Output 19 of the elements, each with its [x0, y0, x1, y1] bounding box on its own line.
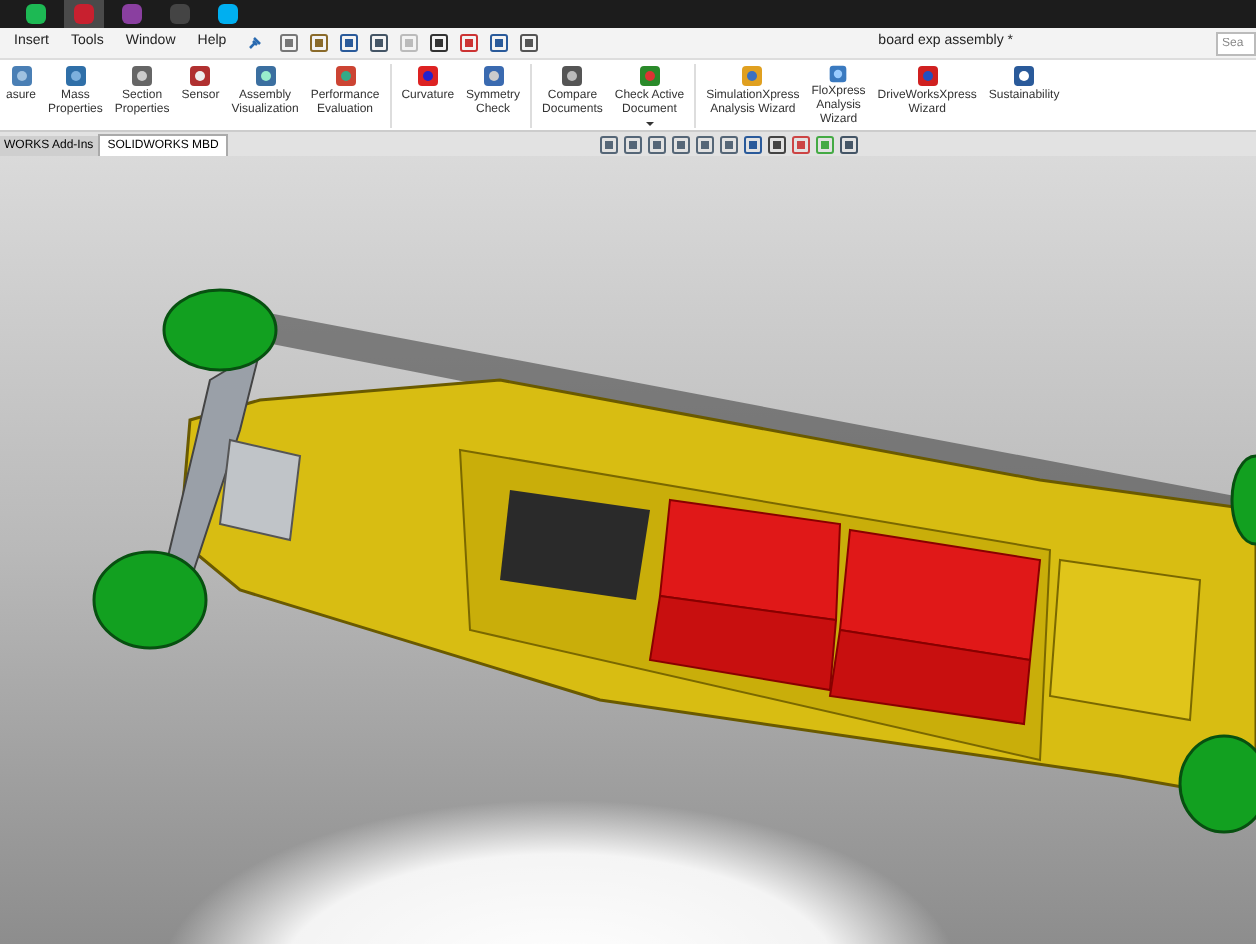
- tool-icon: [188, 64, 213, 88]
- tool-icon: [560, 64, 585, 88]
- app-icon: [122, 4, 142, 24]
- tool-icon: [915, 64, 940, 88]
- tool-icon: [9, 64, 33, 88]
- app-icon: [170, 4, 190, 24]
- tool-icon: [826, 64, 851, 84]
- dropdown-caret-icon[interactable]: [645, 122, 654, 126]
- app-icon: [74, 4, 94, 24]
- tool-icon: [637, 64, 662, 88]
- app-icon: [218, 4, 238, 24]
- tool-icon: [415, 64, 440, 88]
- tool-icon: [63, 64, 88, 88]
- tool-icon: [333, 64, 357, 88]
- tool-icon: [253, 64, 278, 88]
- app-icon: [26, 4, 46, 24]
- tool-icon: [740, 64, 765, 88]
- 3d-viewport[interactable]: [0, 156, 1256, 944]
- pin-icon[interactable]: [248, 36, 263, 50]
